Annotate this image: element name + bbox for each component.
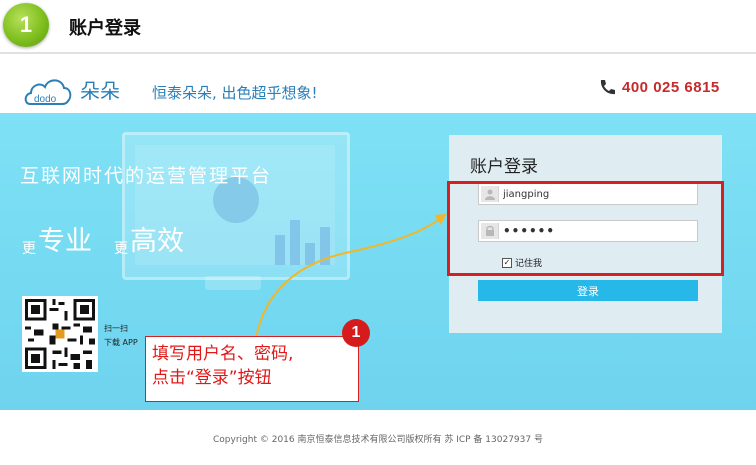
qr-caption: 扫一扫 下载 APP [104,322,138,350]
qr-code[interactable] [22,296,98,372]
hero-subtitle: 更 专业 更 高效 [22,219,184,258]
hotline: 400 025 6815 [598,78,720,96]
logo-text: dodo [34,94,57,105]
phone-icon [600,80,615,95]
hero-title: 互联网时代的运营管理平台 [20,165,273,187]
login-title: 账户登录 [470,157,538,177]
hero-sub-prefix: 更 [114,241,128,257]
slogan: 恒泰朵朵, 出色超乎想象! [152,84,318,102]
callout-line: 填写用户名、密码, [152,344,294,364]
hero-sub-word: 高效 [130,226,184,257]
qr-caption-line: 扫一扫 [104,324,128,333]
step-number: 1 [19,12,33,37]
divider [0,52,756,54]
dodo-logo[interactable]: dodo 朵朵 [24,70,139,110]
highlight-frame [447,181,724,276]
step-number-badge: 1 [3,3,49,47]
login-button[interactable]: 登录 [478,280,698,301]
callout-line: 点击“登录”按钮 [152,368,272,388]
hero-sub-word: 专业 [38,226,92,257]
annotation-callout: 填写用户名、密码, 点击“登录”按钮 [145,336,359,402]
copyright-footer: Copyright © 2016 南京恒泰信息技术有限公司版权所有 苏 ICP … [213,435,543,445]
qr-caption-line: 下载 APP [104,338,138,347]
hotline-number: 400 025 6815 [622,78,720,96]
monitor-stand [205,276,261,290]
step-title: 账户登录 [69,18,141,39]
brand-name: 朵朵 [80,79,120,103]
callout-number-badge: 1 [342,319,370,347]
hero-sub-prefix: 更 [22,241,36,257]
